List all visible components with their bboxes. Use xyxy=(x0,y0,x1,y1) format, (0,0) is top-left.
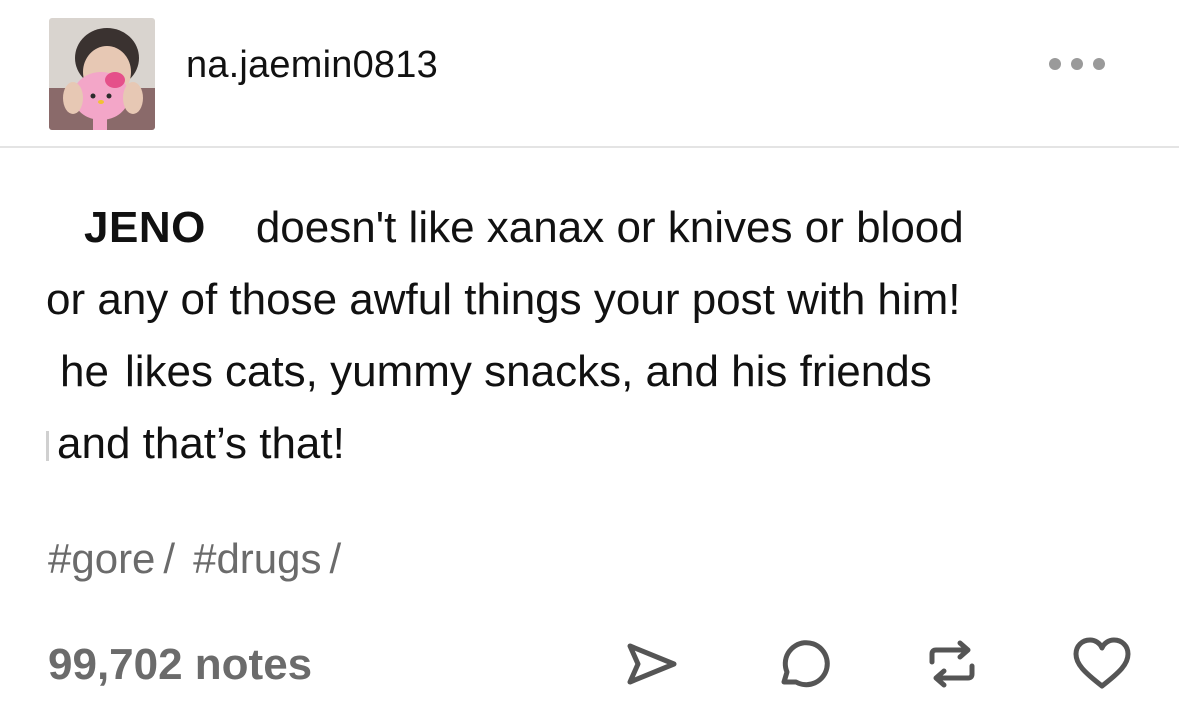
tag-separator: / xyxy=(329,535,342,582)
tag-gore[interactable]: #gore xyxy=(48,535,155,582)
body-text-segment: or any of those awful things your post w… xyxy=(46,275,866,324)
body-line-1: JENO doesn't like xanax or knives or bloo… xyxy=(46,192,964,264)
username[interactable]: na.jaemin0813 xyxy=(186,42,438,88)
body-text-segment: he xyxy=(60,347,109,396)
body-text-segment: doesn't like xanax or knives or blood xyxy=(255,203,964,252)
body-line-3: he likes cats, yummy snacks, and his frien… xyxy=(46,336,932,408)
body-text-segment: likes xyxy=(124,347,213,396)
avatar-image xyxy=(49,18,155,130)
text-edge-mark xyxy=(46,431,49,462)
body-line-4: and that’s that! xyxy=(46,408,345,480)
tag-list: #gore / #drugs / xyxy=(48,530,359,588)
tag-drugs[interactable]: #drugs xyxy=(193,535,321,582)
tag-separator: / xyxy=(163,535,176,582)
post-card: na.jaemin0813 JENO doesn't like xanax or … xyxy=(0,0,1179,711)
body-text-segment: cats, yummy snacks, and his friends xyxy=(224,347,932,396)
share-send-icon[interactable] xyxy=(620,632,684,696)
name-highlight: JENO xyxy=(84,203,206,252)
more-dots-icon[interactable] xyxy=(1044,50,1110,78)
body-text-segment: and that’s that! xyxy=(57,419,345,468)
body-text-segment: him! xyxy=(877,275,961,324)
avatar[interactable] xyxy=(49,18,155,130)
post-header: na.jaemin0813 xyxy=(0,0,1179,148)
reply-bubble-icon[interactable] xyxy=(770,632,834,696)
reblog-icon[interactable] xyxy=(920,632,984,696)
heart-icon[interactable] xyxy=(1070,632,1134,696)
body-line-2: or any of those awful things your post w… xyxy=(46,264,960,336)
notes-count[interactable]: 99,702 notes xyxy=(48,635,312,695)
